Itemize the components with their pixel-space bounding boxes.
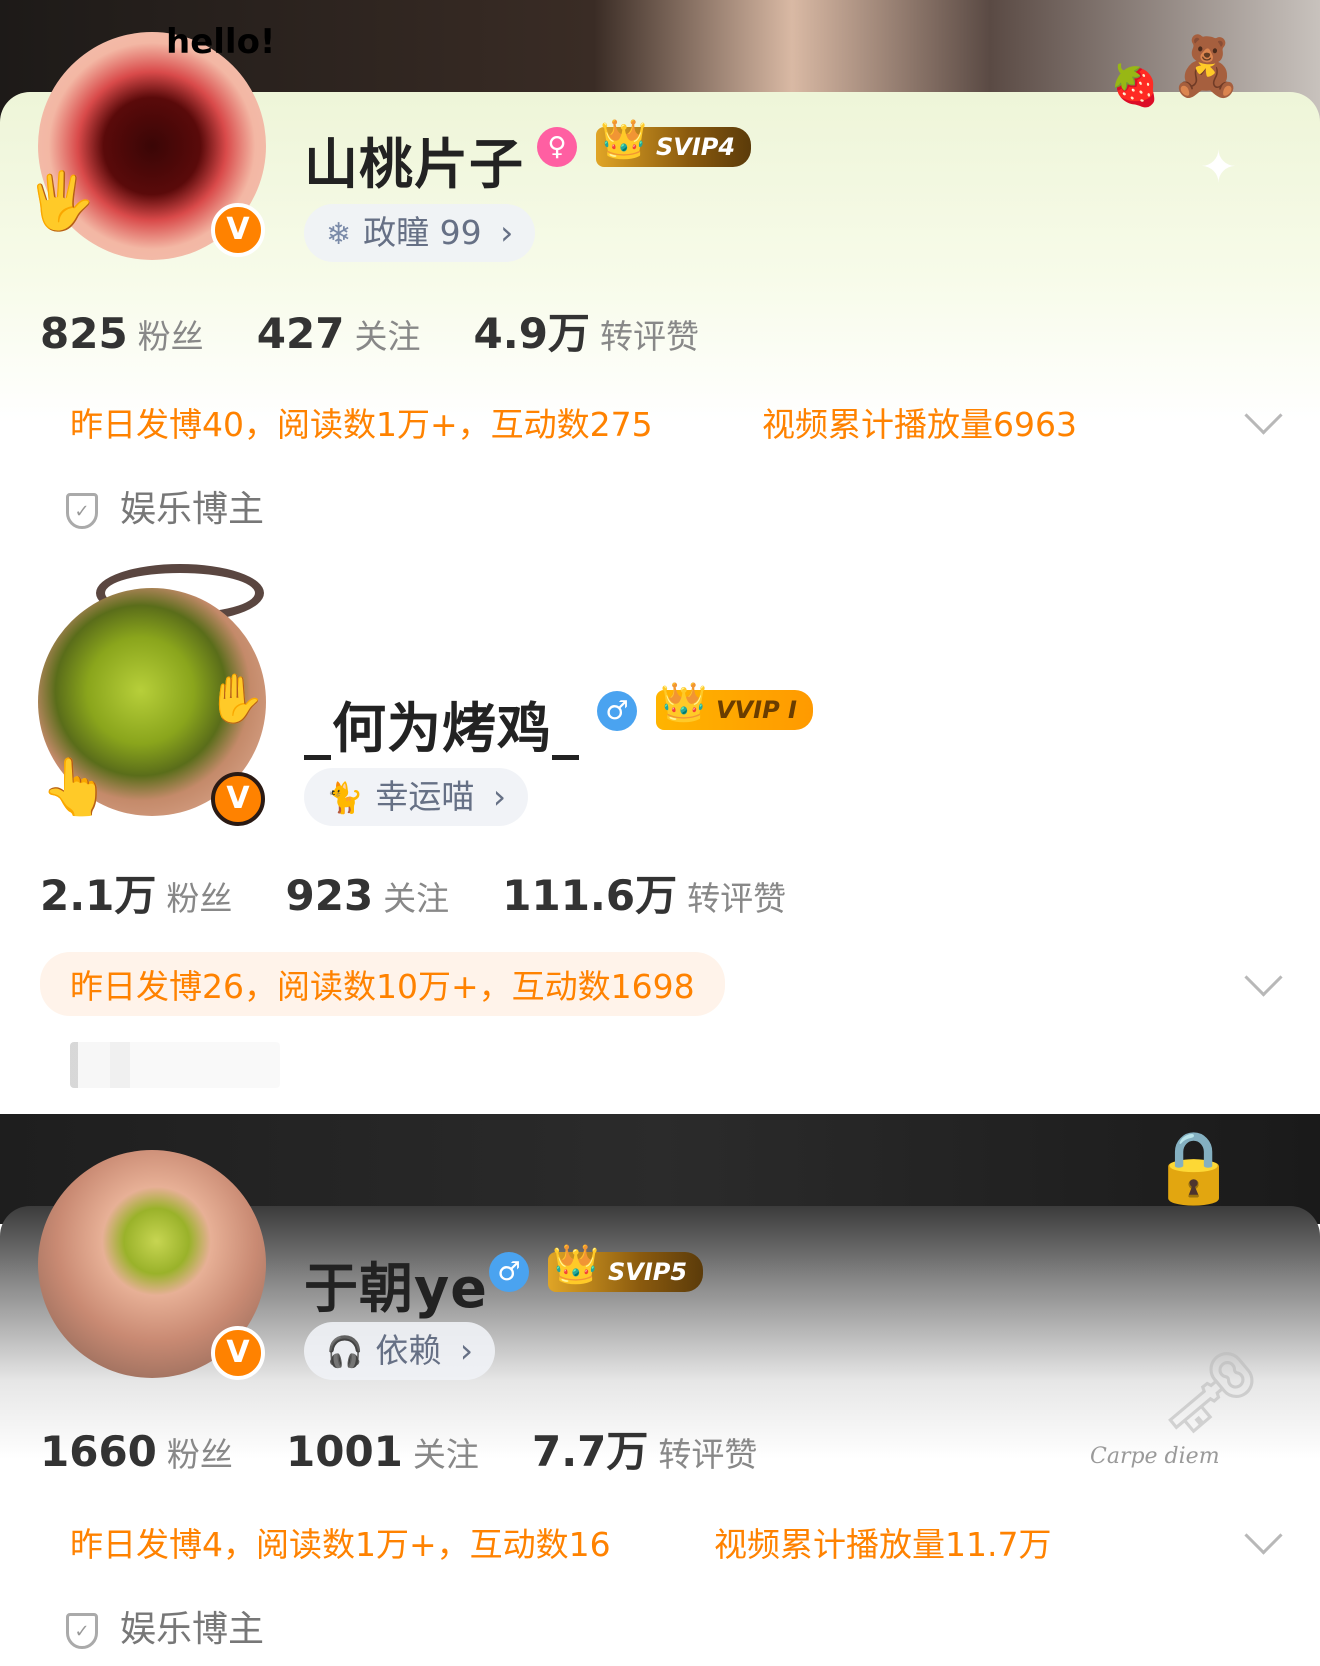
svip-badge[interactable]: 👑 SVIP4: [596, 119, 752, 167]
stat-following[interactable]: 427 关注: [257, 309, 421, 358]
hand-sticker-icon: ✋: [206, 671, 266, 727]
stat-fans[interactable]: 2.1万 粉丝: [40, 862, 232, 923]
crown-icon: 👑: [600, 117, 648, 161]
strawberry-icon: 🍓: [1110, 63, 1160, 109]
category-tag: ✓ 娱乐博主: [66, 480, 264, 532]
fan-group-label: 依赖: [375, 1331, 442, 1370]
profile-name: 山桃片子: [304, 133, 524, 196]
fan-group-pill[interactable]: 🐈 幸运喵 ›: [304, 768, 529, 826]
bear-sticker-icon: 🧸: [1170, 32, 1243, 100]
verified-badge: V: [211, 1326, 265, 1380]
stats-row: 825 粉丝 427 关注 4.9万 转评赞: [40, 300, 747, 361]
chevron-right-icon: ›: [459, 1331, 474, 1370]
category-tag: ✓ 娱乐博主: [66, 1600, 264, 1652]
yesterday-stats: 昨日发博40，阅读数1万+，互动数275: [70, 405, 653, 444]
hand-sticker-icon: 👆: [40, 755, 110, 820]
snowflake-icon: ❄: [326, 217, 352, 252]
shield-icon: ✓: [66, 1613, 98, 1649]
yesterday-stats: 昨日发博26，阅读数10万+，互动数1698: [40, 952, 725, 1016]
profile-name: 于朝ye: [304, 1257, 488, 1320]
category-label: 娱乐博主: [120, 1609, 265, 1650]
stat-following[interactable]: 923 关注: [286, 871, 450, 920]
blurred-tag-placeholder: [70, 1042, 280, 1088]
avatar-overlay-text: hello!: [166, 22, 276, 62]
fan-group-pill[interactable]: 🎧 依赖 ›: [304, 1322, 496, 1380]
stat-following[interactable]: 1001 关注: [286, 1427, 479, 1476]
chevron-right-icon: ›: [500, 213, 514, 252]
video-play-count: 视频累计播放量11.7万: [714, 1525, 1052, 1564]
sparkle-icon: ✦: [1200, 142, 1237, 193]
profile-card-3: 🔒 🗝 Carpe diem V 于朝ye ♂ 👑 SVIP5 🎧 依赖 › 166…: [0, 1114, 1320, 1666]
stat-fans[interactable]: 825 粉丝: [40, 309, 204, 358]
profile-card-1: 🍓 🧸 ✦ hello! 🖐 V 山桃片子 ♀ 👑 SVIP4 ❄ 政瞳 99 › …: [0, 0, 1320, 540]
category-label: 娱乐博主: [120, 489, 265, 530]
shield-icon: ✓: [66, 493, 98, 529]
stat-likes[interactable]: 7.7万 转评赞: [532, 1418, 757, 1479]
vip-label: SVIP5: [608, 1258, 688, 1286]
cat-icon: 🐈: [326, 781, 364, 816]
video-play-count: 视频累计播放量6963: [762, 405, 1077, 444]
crown-icon: 👑: [552, 1242, 600, 1286]
chevron-down-icon[interactable]: [1244, 958, 1283, 997]
vip-label: VVIP I: [716, 696, 797, 724]
fan-group-pill[interactable]: ❄ 政瞳 99 ›: [304, 204, 536, 262]
profile-card-2: 👆 ✋ V _何为烤鸡_ ♂ 👑 VVIP I 🐈 幸运喵 › 2.1万 粉丝 923…: [0, 540, 1320, 1114]
fan-group-label: 幸运喵: [375, 777, 475, 816]
profile-name: _何为烤鸡_: [304, 697, 580, 760]
lock-icon: 🔒: [1150, 1126, 1238, 1208]
headphones-icon: 🎧: [326, 1335, 364, 1370]
crown-icon: 👑: [660, 680, 708, 724]
fan-group-label: 政瞳 99: [363, 213, 482, 252]
vip-label: SVIP4: [656, 133, 736, 161]
hand-sticker-icon: 🖐: [26, 169, 96, 234]
verified-badge: V: [211, 772, 265, 826]
svip-badge[interactable]: 👑 SVIP5: [548, 1244, 704, 1292]
stats-row: 1660 粉丝 1001 关注 7.7万 转评赞: [40, 1418, 805, 1479]
stat-likes[interactable]: 4.9万 转评赞: [474, 300, 699, 361]
key-icon: 🗝: [1160, 1346, 1262, 1439]
vvip-badge[interactable]: 👑 VVIP I: [656, 682, 813, 730]
male-icon: ♂: [489, 1252, 529, 1292]
banner-script-text: Carpe diem: [1090, 1444, 1220, 1469]
yesterday-stats: 昨日发博4，阅读数1万+，互动数16: [70, 1525, 611, 1564]
stats-row: 2.1万 粉丝 923 关注 111.6万 转评赞: [40, 862, 834, 923]
stat-likes[interactable]: 111.6万 转评赞: [502, 862, 786, 923]
chevron-right-icon: ›: [492, 777, 507, 816]
female-icon: ♀: [537, 127, 577, 167]
stat-fans[interactable]: 1660 粉丝: [40, 1427, 233, 1476]
verified-badge: V: [211, 203, 265, 257]
male-icon: ♂: [597, 691, 637, 731]
